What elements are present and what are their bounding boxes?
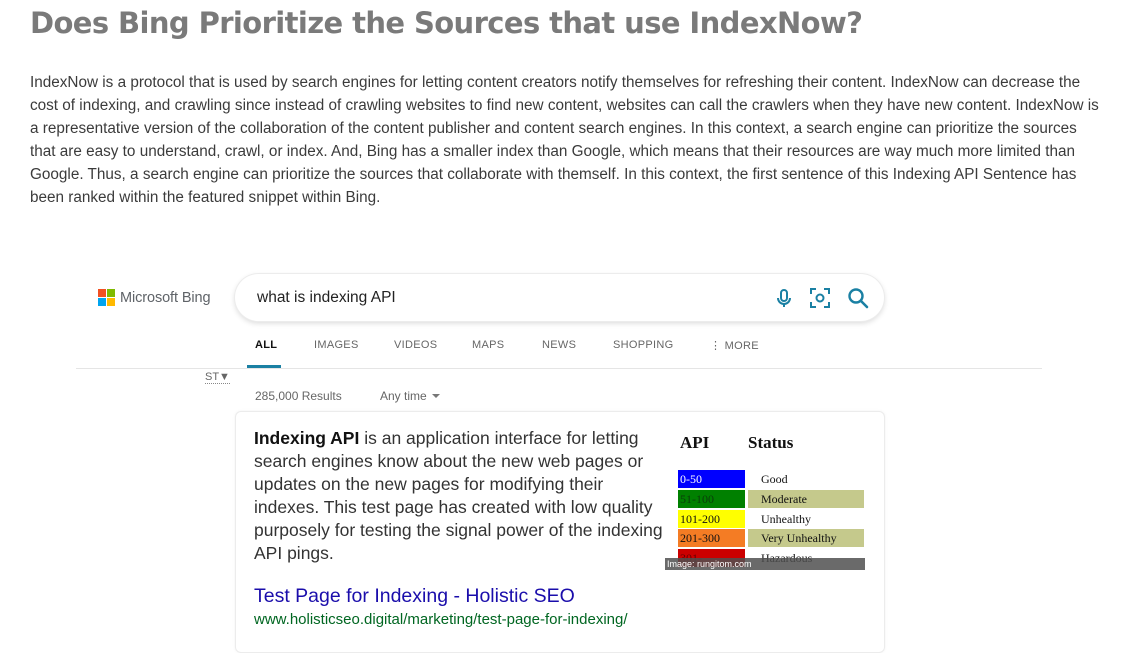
time-filter-label: Any time [380,389,427,403]
snippet-bold-term: Indexing API [254,428,360,448]
tab-shopping[interactable]: SHOPPING [613,339,673,351]
logo-text: Microsoft Bing [120,289,211,306]
microsoft-logo-icon [98,289,115,306]
tab-news[interactable]: NEWS [542,339,576,351]
st-dropdown[interactable]: ST▼ [205,371,230,384]
image-row-range: 51-100 [678,490,745,508]
time-filter-dropdown[interactable]: Any time [380,389,440,403]
image-row: 101-200 Unhealthy [678,510,865,528]
image-row-status: Good [761,472,788,486]
image-header-api: API [680,433,710,452]
microphone-icon[interactable] [773,287,795,309]
snippet-image[interactable]: API Status 0-50 Good 51-100 Moderate 101… [665,428,865,570]
caret-down-icon [431,394,440,398]
image-row-range: 101-200 [678,510,745,528]
image-row-status: Unhealthy [761,512,811,526]
image-credit: Image: rungitom.com [665,558,865,570]
image-row-range: 201-300 [678,529,745,547]
image-row-status: Very Unhealthy [748,529,864,547]
snippet-body: is an application interface for letting … [254,428,663,563]
bing-screenshot: Microsoft Bing what is indexing API ALL … [0,0,1133,653]
tab-more[interactable]: ⋮ MORE [710,339,759,352]
featured-snippet-text: Indexing API is an application interface… [254,427,664,565]
image-row: 201-300 Very Unhealthy [678,529,865,547]
search-input[interactable]: what is indexing API [257,289,396,307]
image-row-range: 0-50 [678,470,745,488]
image-header-status: Status [748,433,794,452]
tab-maps[interactable]: MAPS [472,339,504,351]
search-icon[interactable] [847,287,869,309]
image-row-status: Moderate [748,490,864,508]
visual-search-icon[interactable] [809,287,831,309]
header-divider [76,368,1042,369]
result-url: www.holisticseo.digital/marketing/test-p… [254,611,628,628]
bing-logo[interactable]: Microsoft Bing [98,289,211,306]
results-count: 285,000 Results [255,389,342,403]
tab-videos[interactable]: VIDEOS [394,339,437,351]
search-box[interactable]: what is indexing API [235,274,884,321]
tab-all[interactable]: ALL [255,339,277,351]
image-row: 51-100 Moderate [678,490,865,508]
result-title-link[interactable]: Test Page for Indexing - Holistic SEO [254,585,575,608]
tab-images[interactable]: IMAGES [314,339,359,351]
image-row: 0-50 Good [678,470,865,488]
